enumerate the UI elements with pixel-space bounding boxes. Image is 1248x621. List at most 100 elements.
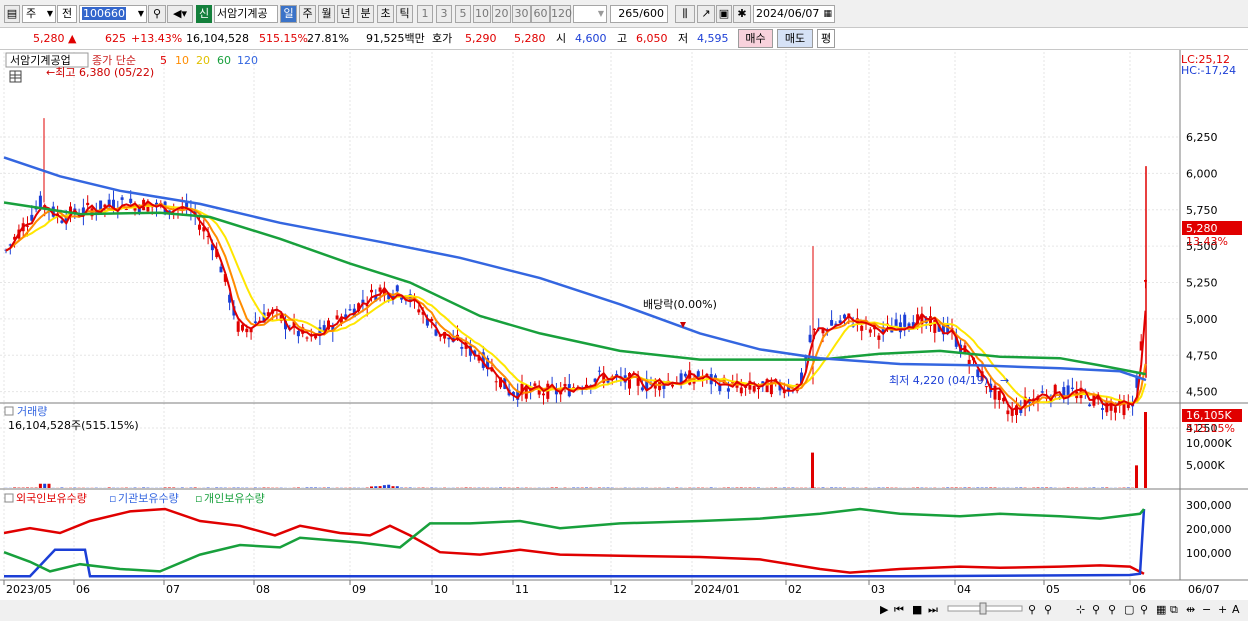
change: 625: [105, 32, 126, 45]
zoom-tool-icon[interactable]: ⚲: [1092, 603, 1100, 616]
scale-icon[interactable]: ⇹: [1186, 603, 1195, 616]
candle: [245, 328, 249, 333]
x-label: 07: [166, 583, 180, 596]
candle-type-icon[interactable]: ⫼: [675, 5, 695, 23]
search-icon[interactable]: ⚲: [148, 5, 166, 23]
market-select[interactable]: 전: [57, 5, 77, 23]
tab-day[interactable]: 일: [280, 5, 297, 23]
draw-tool-icon[interactable]: ↗: [697, 5, 715, 23]
tab-week[interactable]: 주: [299, 5, 316, 23]
chevron-down-icon: ▼: [46, 9, 53, 18]
legend-institution: 기관보유수량: [118, 492, 179, 505]
scroll-start-icon[interactable]: ⏮: [894, 603, 904, 616]
speaker-icon[interactable]: ◀▾: [167, 5, 193, 23]
interval-1[interactable]: 1: [417, 5, 433, 23]
scroll-end-icon[interactable]: ⏭: [928, 603, 938, 616]
volume-bar: [47, 483, 51, 488]
legend-ma10: 10: [175, 54, 189, 67]
stock-code-input[interactable]: 100660 ▼: [79, 5, 147, 23]
candle: [417, 309, 421, 313]
candle: [378, 287, 382, 292]
stop-icon[interactable]: ■: [912, 603, 922, 616]
sell-button[interactable]: 매도: [777, 29, 813, 48]
volume-bar: [1066, 487, 1070, 488]
x-label: 12: [613, 583, 627, 596]
count-input[interactable]: 265/600: [610, 5, 668, 23]
candle: [877, 335, 881, 340]
calendar-icon: ▦: [823, 9, 832, 19]
table-view-icon[interactable]: ▦: [1156, 603, 1166, 616]
turnover: 27.81%: [307, 32, 349, 45]
change-pct: +13.43%: [131, 32, 183, 45]
volume-bar: [13, 487, 17, 488]
volume-panel-icon: [4, 406, 14, 416]
x-label: 06: [1132, 583, 1146, 596]
candle: [120, 197, 124, 200]
interval-120[interactable]: 120: [550, 5, 572, 23]
copy-icon[interactable]: ⧉: [1170, 603, 1178, 616]
volume-value: 16,104,528주(515.15%): [8, 419, 139, 432]
volume-bar: [1036, 487, 1040, 488]
candle: [370, 289, 373, 293]
scroll-right-icon[interactable]: ▶: [880, 603, 889, 616]
interval-10[interactable]: 10: [473, 5, 491, 23]
tab-year[interactable]: 년: [337, 5, 354, 23]
x-end-label: 06/07: [1188, 583, 1220, 596]
candle: [1070, 387, 1074, 389]
zoom-slider-handle[interactable]: [979, 602, 987, 615]
candle: [494, 381, 498, 383]
buy-button[interactable]: 매수: [738, 29, 773, 48]
volume-bar: [821, 487, 825, 488]
minus-icon[interactable]: −: [1202, 603, 1211, 616]
interval-5[interactable]: 5: [455, 5, 471, 23]
gear-icon[interactable]: ✱: [733, 5, 751, 23]
toolbar: ▤ 주 ▼ 전 100660 ▼ ⚲ ◀▾ 신 서암기계공 일 주 월 년 분 초 …: [0, 0, 1248, 28]
tab-tick[interactable]: 틱: [396, 5, 413, 23]
candle: [597, 370, 601, 372]
interval-3[interactable]: 3: [436, 5, 452, 23]
price-tick: 6,000: [1186, 167, 1218, 180]
interval-30[interactable]: 30: [512, 5, 531, 23]
plus-icon[interactable]: +: [1218, 603, 1227, 616]
avg-button[interactable]: 평: [817, 29, 835, 48]
legend-ma120: 120: [237, 54, 258, 67]
x-label: 06: [76, 583, 90, 596]
zoom-out-icon[interactable]: ⚲: [1028, 603, 1036, 616]
select-icon[interactable]: ▢: [1124, 603, 1134, 616]
candle: [997, 391, 1001, 400]
interval-20[interactable]: 20: [492, 5, 511, 23]
interval-60[interactable]: 60: [531, 5, 550, 23]
zoom-in-icon[interactable]: ⚲: [1044, 603, 1052, 616]
x-label: 11: [515, 583, 529, 596]
search-chart-icon[interactable]: ⚲: [1140, 603, 1148, 616]
candle: [296, 331, 300, 337]
volume-bar: [38, 483, 42, 488]
candle: [348, 309, 352, 311]
crosshair-icon[interactable]: ⊹: [1076, 603, 1085, 616]
custom-interval-select[interactable]: ▼: [573, 5, 607, 23]
zoom-tool-2-icon[interactable]: ⚲: [1108, 603, 1116, 616]
chart-area[interactable]: 서암기계공업 종가 단순 5 10 20 60 120 ←최고 6,380 (0…: [0, 50, 1248, 621]
layout-icon[interactable]: ▤: [4, 5, 20, 23]
candle: [860, 325, 864, 331]
save-icon[interactable]: ▣: [716, 5, 732, 23]
holding-tick-100000: 100,000: [1186, 547, 1232, 560]
date-input[interactable]: 2024/06/07 ▦: [753, 5, 835, 23]
price-tick: 5,750: [1186, 204, 1218, 217]
period-select[interactable]: 주 ▼: [22, 5, 56, 23]
legend-institution-marker: ▫: [109, 492, 116, 505]
candle: [533, 383, 537, 386]
tab-second[interactable]: 초: [377, 5, 394, 23]
x-label: 09: [352, 583, 366, 596]
tab-month[interactable]: 월: [318, 5, 335, 23]
volume-bar: [107, 487, 111, 488]
volume-bar: [554, 487, 558, 488]
tab-minute[interactable]: 분: [357, 5, 374, 23]
font-size-icon[interactable]: A: [1232, 603, 1240, 616]
volume-bar: [305, 487, 309, 488]
candle: [335, 315, 339, 320]
candle: [843, 314, 846, 319]
volume-bar: [167, 487, 171, 488]
volume-bar: [709, 487, 713, 488]
candle: [1122, 402, 1126, 416]
